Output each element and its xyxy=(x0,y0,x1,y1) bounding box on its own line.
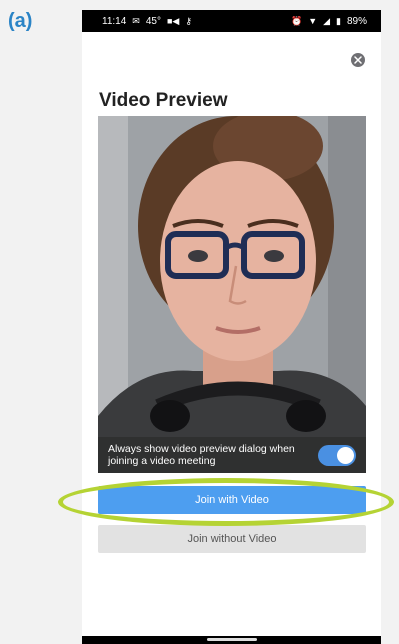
figure-label: (a) xyxy=(8,10,33,32)
home-gesture-pill[interactable] xyxy=(206,638,257,641)
video-camera-icon: ■◀ xyxy=(166,16,180,26)
key-icon: ⚷ xyxy=(185,16,192,26)
camera-feed-image xyxy=(98,116,366,473)
alarm-icon: ⏰ xyxy=(290,16,303,26)
status-right: ⏰ ▼ ◢ ▮ 89% xyxy=(291,16,367,27)
wifi-icon: ▼ xyxy=(308,16,318,26)
mail-icon: ✉ xyxy=(132,16,140,26)
status-time: 11:14 xyxy=(102,15,127,27)
close-icon xyxy=(354,56,362,64)
video-preview: Always show video preview dialog when jo… xyxy=(98,116,366,473)
phone-screen: 11:14 ✉ 45° ■◀ ⚷ ⏰ ▼ ◢ ▮ 89% Video Previ… xyxy=(82,10,381,644)
toggle-knob xyxy=(337,447,354,464)
preview-option-text: Always show video preview dialog when jo… xyxy=(108,443,295,467)
status-bar: 11:14 ✉ 45° ■◀ ⚷ ⏰ ▼ ◢ ▮ 89% xyxy=(82,10,381,32)
close-button[interactable] xyxy=(351,53,365,67)
navigation-bar xyxy=(82,636,381,644)
battery-percent: 89% xyxy=(346,15,367,27)
status-left: 11:14 ✉ 45° ■◀ ⚷ xyxy=(102,16,192,27)
join-with-video-button[interactable]: Join with Video xyxy=(98,486,366,514)
always-show-preview-toggle[interactable] xyxy=(318,445,356,466)
battery-icon: ▮ xyxy=(336,16,341,26)
preview-option-bar: Always show video preview dialog when jo… xyxy=(98,437,366,473)
dialog-title: Video Preview xyxy=(99,90,228,111)
signal-icon: ◢ xyxy=(323,16,331,26)
join-without-video-button[interactable]: Join without Video xyxy=(98,525,366,553)
status-temp: 45° xyxy=(145,15,161,27)
